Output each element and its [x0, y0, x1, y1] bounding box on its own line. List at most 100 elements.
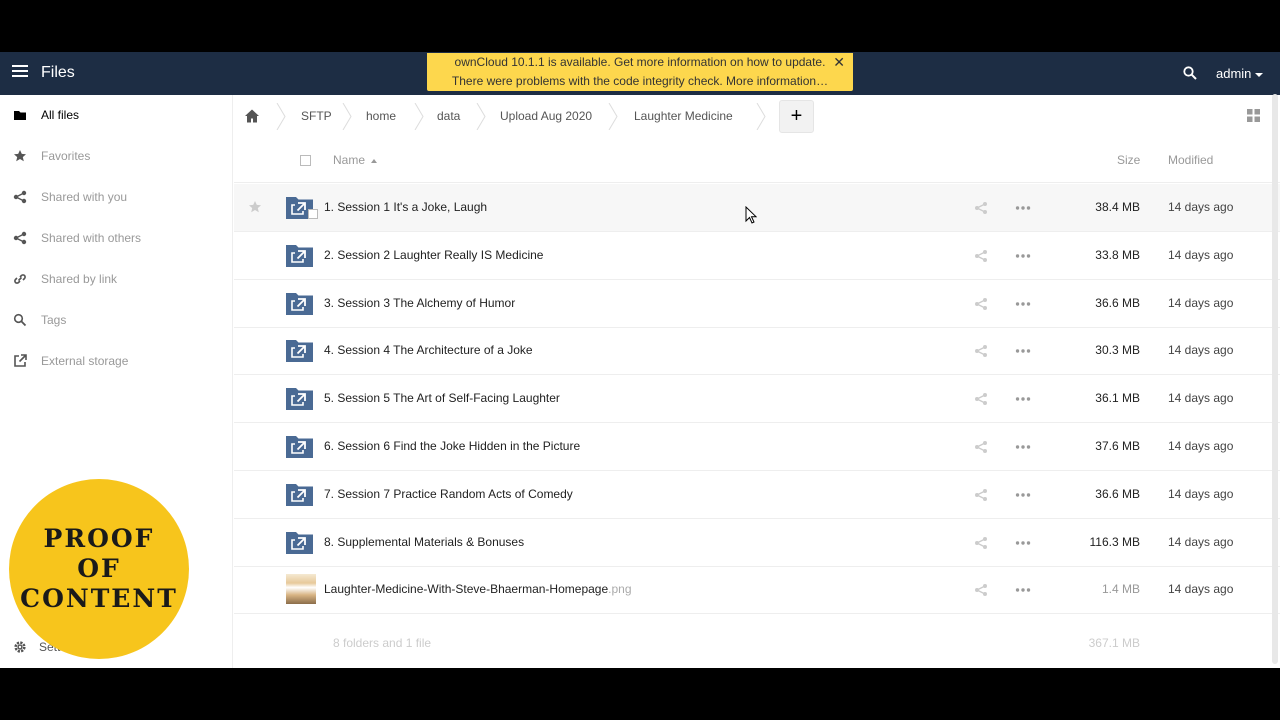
file-row[interactable]: 4. Session 4 The Architecture of a Joke 3…: [234, 327, 1280, 376]
file-name[interactable]: 1. Session 1 It's a Joke, Laugh: [324, 200, 487, 214]
breadcrumb-sftp[interactable]: SFTP: [301, 95, 332, 138]
share-icon: [13, 190, 27, 204]
file-name[interactable]: 4. Session 4 The Architecture of a Joke: [324, 343, 533, 357]
notification-integrity-text[interactable]: There were problems with the code integr…: [427, 72, 853, 91]
sort-by-modified[interactable]: Modified: [1168, 153, 1213, 167]
sidebar-item-shared-by-link[interactable]: Shared by link: [0, 259, 233, 299]
grid-view-icon[interactable]: [1247, 109, 1260, 122]
share-icon[interactable]: [974, 392, 988, 406]
file-name-text: 6. Session 6 Find the Joke Hidden in the…: [324, 439, 581, 453]
breadcrumb-separator: [476, 103, 486, 130]
file-modified: 14 days ago: [1168, 343, 1234, 358]
favorite-star-icon[interactable]: [248, 200, 262, 214]
sort-by-name[interactable]: Name: [333, 153, 378, 167]
chevron-down-icon: [1255, 72, 1264, 77]
search-icon[interactable]: [1183, 66, 1197, 80]
breadcrumb-data[interactable]: data: [437, 95, 460, 138]
more-actions-icon[interactable]: [1015, 440, 1031, 454]
share-icon[interactable]: [974, 583, 988, 597]
sidebar-item-shared-with-others[interactable]: Shared with others: [0, 218, 233, 258]
share-icon[interactable]: [974, 297, 988, 311]
app-title[interactable]: Files: [41, 64, 75, 82]
breadcrumb-laughter-medicine[interactable]: Laughter Medicine: [634, 95, 733, 138]
sidebar-item-shared-with-you[interactable]: Shared with you: [0, 177, 233, 217]
more-actions-icon[interactable]: [1015, 201, 1031, 215]
shared-folder-icon: [286, 483, 313, 506]
file-name-text: 4. Session 4 The Architecture of a Joke: [324, 343, 533, 358]
row-select-checkbox[interactable]: [308, 209, 318, 219]
notification-update-text[interactable]: ownCloud 10.1.1 is available. Get more i…: [427, 53, 853, 72]
file-list-summary: 8 folders and 1 file 367.1 MB: [234, 623, 1280, 663]
breadcrumb-separator: [608, 103, 618, 130]
breadcrumb-separator: [414, 103, 424, 130]
more-actions-icon[interactable]: [1015, 297, 1031, 311]
sidebar-item-label: Shared by link: [41, 272, 118, 286]
breadcrumb-upload-aug-2020[interactable]: Upload Aug 2020: [500, 95, 592, 138]
user-menu[interactable]: admin: [1216, 66, 1264, 81]
file-size: 36.6 MB: [1095, 295, 1140, 310]
more-actions-icon[interactable]: [1015, 392, 1031, 406]
sort-by-size[interactable]: Size: [1117, 153, 1140, 167]
home-icon[interactable]: [244, 108, 260, 124]
file-row[interactable]: 8. Supplemental Materials & Bonuses 116.3…: [234, 519, 1280, 567]
file-name[interactable]: 5. Session 5 The Art of Self-Facing Laug…: [324, 391, 560, 405]
file-name[interactable]: 8. Supplemental Materials & Bonuses: [324, 535, 524, 549]
close-notification-icon[interactable]: ✕: [833, 53, 845, 72]
file-row[interactable]: 7. Session 7 Practice Random Acts of Com…: [234, 471, 1280, 519]
scrollbar[interactable]: [1272, 94, 1278, 664]
more-actions-icon[interactable]: [1015, 249, 1031, 263]
external-link-icon: [14, 354, 27, 367]
file-name[interactable]: 7. Session 7 Practice Random Acts of Com…: [324, 487, 573, 501]
file-modified: 14 days ago: [1168, 439, 1234, 453]
breadcrumb-separator: [342, 103, 352, 130]
breadcrumb-home[interactable]: home: [366, 95, 396, 138]
file-name[interactable]: 2. Session 2 Laughter Really IS Medicine: [324, 248, 543, 262]
hamburger-menu-icon[interactable]: [12, 65, 28, 81]
select-all-checkbox[interactable]: [300, 155, 311, 166]
share-icon[interactable]: [974, 440, 988, 454]
file-row[interactable]: 3. Session 3 The Alchemy of Humor 36.6 MB…: [234, 280, 1280, 328]
file-size: 30.3 MB: [1095, 343, 1140, 358]
more-actions-icon[interactable]: [1015, 583, 1031, 597]
new-button[interactable]: +: [779, 100, 814, 133]
shared-folder-icon: [286, 340, 313, 363]
file-modified: 14 days ago: [1168, 486, 1234, 501]
file-size: 33.8 MB: [1095, 247, 1140, 262]
sidebar-item-favorites[interactable]: Favorites: [0, 136, 233, 176]
file-row[interactable]: 5. Session 5 The Art of Self-Facing Laug…: [234, 375, 1280, 424]
more-actions-icon[interactable]: [1015, 488, 1031, 502]
file-modified: 14 days ago: [1168, 582, 1234, 597]
image-thumbnail: [286, 574, 316, 605]
file-row[interactable]: 2. Session 2 Laughter Really IS Medicine…: [234, 232, 1280, 280]
file-size: 1.4 MB: [1101, 582, 1140, 597]
more-actions-icon[interactable]: [1015, 344, 1031, 358]
share-icon[interactable]: [974, 488, 988, 502]
share-icon[interactable]: [974, 536, 988, 550]
file-name-text: 2. Session 2 Laughter Really IS Medicine: [324, 247, 544, 262]
user-name: admin: [1216, 66, 1252, 81]
file-row[interactable]: 1. Session 1 It's a Joke, Laugh 38.4 MB 14…: [234, 184, 1280, 232]
sidebar-item-tags[interactable]: Tags: [0, 300, 233, 340]
folder-icon: [14, 111, 26, 120]
letterbox-bottom: [0, 668, 1280, 720]
share-icon[interactable]: [974, 344, 988, 358]
letterbox-top: [0, 0, 1280, 52]
file-name-text: Laughter-Medicine-With-Steve-Bhaerman-Ho…: [324, 582, 609, 597]
file-row[interactable]: 6. Session 6 Find the Joke Hidden in the…: [234, 423, 1280, 471]
link-icon: [14, 274, 26, 284]
star-icon: [14, 150, 26, 162]
sidebar-item-all-files[interactable]: All files: [0, 95, 233, 135]
sidebar-item-external-storage[interactable]: External storage: [0, 341, 233, 381]
file-name[interactable]: 6. Session 6 Find the Joke Hidden in the…: [324, 439, 580, 453]
more-actions-icon[interactable]: [1015, 536, 1031, 550]
share-icon[interactable]: [974, 201, 988, 215]
owncloud-app: Files ownCloud 10.1.1 is available. Get …: [0, 52, 1280, 668]
shared-folder-icon: [286, 531, 313, 554]
file-row[interactable]: Laughter-Medicine-With-Steve-Bhaerman-Ho…: [234, 566, 1280, 615]
file-extension: .png: [608, 582, 632, 597]
sort-ascending-icon: [371, 158, 378, 163]
share-icon[interactable]: [974, 249, 988, 263]
file-name[interactable]: Laughter-Medicine-With-Steve-Bhaerman-Ho…: [324, 582, 632, 596]
file-name[interactable]: 3. Session 3 The Alchemy of Humor: [324, 296, 515, 310]
badge-line: OF: [77, 554, 121, 583]
